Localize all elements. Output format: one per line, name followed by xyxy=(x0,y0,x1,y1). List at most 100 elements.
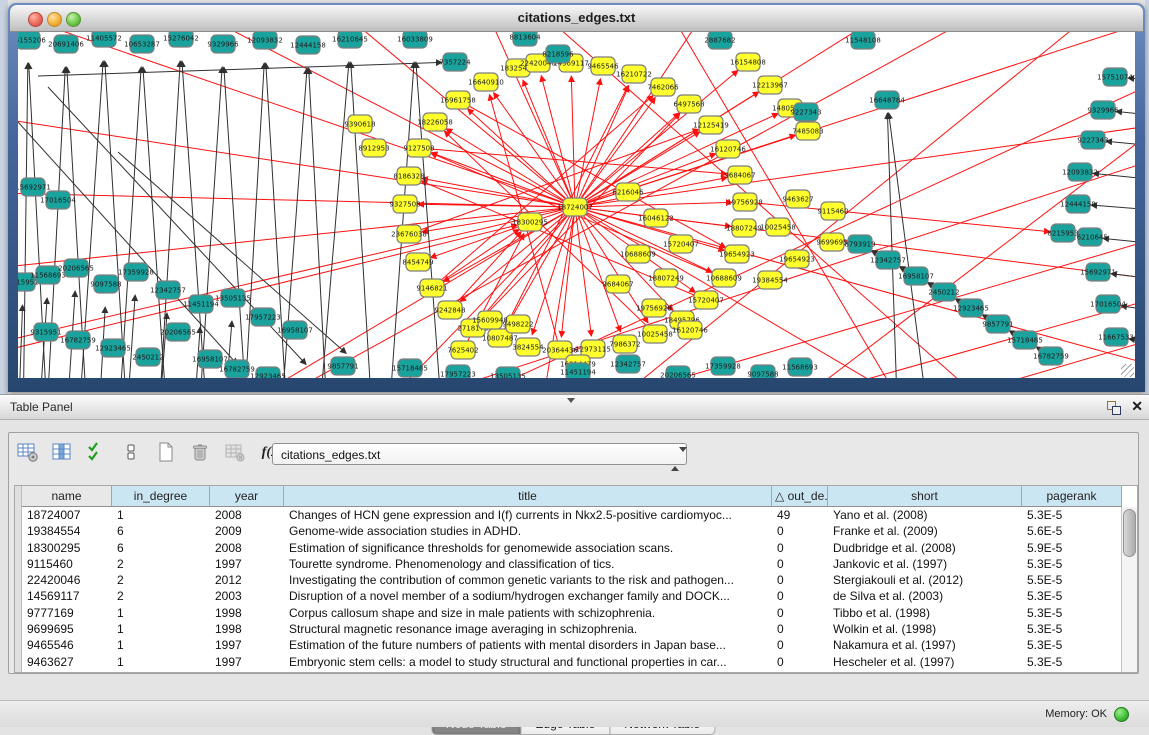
graph-node[interactable]: 11568693 xyxy=(782,358,818,376)
graph-node[interactable]: 9684067 xyxy=(724,166,755,184)
graph-node[interactable]: 16648784 xyxy=(869,91,905,109)
graph-node[interactable]: 9390618 xyxy=(344,115,375,133)
graph-node[interactable]: 9857791 xyxy=(982,315,1013,333)
graph-node[interactable]: 15692971 xyxy=(1080,263,1116,281)
table-row[interactable]: 911546021997Tourette syndrome. Phenomeno… xyxy=(22,556,1122,572)
graph-node[interactable]: 15720407 xyxy=(688,291,724,309)
graph-node[interactable]: 16033809 xyxy=(397,32,433,48)
show-columns-icon[interactable] xyxy=(51,441,75,465)
table-row[interactable]: 969969511998Structural magnetic resonanc… xyxy=(22,621,1122,637)
graph-node[interactable]: 12093832 xyxy=(1062,163,1098,181)
graph-node[interactable]: 15718485 xyxy=(392,359,428,377)
graph-node[interactable]: 18807249 xyxy=(726,219,762,237)
graph-node[interactable]: 10025458 xyxy=(637,325,673,343)
splitter-collapse-icon[interactable] xyxy=(567,398,575,403)
window-titlebar[interactable]: citations_edges.txt xyxy=(10,5,1143,32)
graph-node[interactable]: 19756928 xyxy=(727,193,763,211)
graph-node[interactable]: 15692971 xyxy=(18,178,51,196)
network-canvas[interactable]: 1832541916640910169617581822605891275088… xyxy=(18,32,1135,378)
graph-node[interactable]: 7625402 xyxy=(447,341,478,359)
graph-node[interactable]: 16640910 xyxy=(468,73,504,91)
graph-node[interactable]: 12125419 xyxy=(693,116,729,134)
graph-node[interactable]: 2887682 xyxy=(704,32,735,49)
graph-node[interactable]: 15276042 xyxy=(163,32,199,47)
graph-node[interactable]: 9115460 xyxy=(817,202,848,220)
column-header-in_degree[interactable]: in_degree xyxy=(112,486,210,507)
table-row[interactable]: 1872400712008Changes of HCN gene express… xyxy=(22,507,1122,523)
column-header-year[interactable]: year xyxy=(210,486,284,507)
graph-node[interactable]: 17957223 xyxy=(440,365,476,378)
vertical-scrollbar[interactable] xyxy=(1121,507,1137,672)
graph-node[interactable]: 2450212 xyxy=(928,283,959,301)
graph-node[interactable]: 9857791 xyxy=(327,357,358,375)
graph-node[interactable]: 9465546 xyxy=(587,57,619,75)
graph-node[interactable]: 9327508 xyxy=(389,195,420,213)
graph-node[interactable]: 7986372 xyxy=(609,335,640,353)
table-row[interactable]: 1830029562008Estimation of significance … xyxy=(22,540,1122,556)
memory-ok-indicator[interactable] xyxy=(1114,707,1129,722)
graph-node[interactable]: 7357224 xyxy=(439,53,471,71)
table-row[interactable]: 946362711997Embryonic stem cells: a mode… xyxy=(22,654,1122,670)
graph-node[interactable]: 8186328 xyxy=(393,167,424,185)
graph-node[interactable]: 9684067 xyxy=(602,275,633,293)
graph-node[interactable]: 17957223 xyxy=(245,308,281,326)
graph-node[interactable]: 17359928 xyxy=(705,357,741,375)
graph-node[interactable]: 9242848 xyxy=(434,301,465,319)
graph-node[interactable]: 16782759 xyxy=(1033,347,1069,365)
graph-node[interactable]: 11405572 xyxy=(86,32,122,47)
graph-node[interactable]: 12213967 xyxy=(752,76,788,94)
graph-node[interactable]: 15720407 xyxy=(663,235,699,253)
graph-node[interactable]: 12923465 xyxy=(250,367,286,378)
table-settings-icon[interactable] xyxy=(17,441,41,465)
graph-node[interactable]: 19654923 xyxy=(779,250,815,268)
graph-node[interactable]: 8793919 xyxy=(844,235,875,253)
graph-node[interactable]: 12342757 xyxy=(870,251,906,269)
graph-node[interactable]: 16782759 xyxy=(60,331,96,349)
graph-node[interactable]: 7485083 xyxy=(792,122,823,140)
graph-node[interactable]: 9463627 xyxy=(782,190,813,208)
close-panel-icon[interactable]: ✕ xyxy=(1131,398,1143,415)
graph-node[interactable]: 20206565 xyxy=(660,366,696,378)
graph-node[interactable]: 20691406 xyxy=(48,35,84,53)
graph-node[interactable]: 12923465 xyxy=(95,339,131,357)
scrollbar-thumb[interactable] xyxy=(1123,509,1136,557)
graph-node[interactable]: 18300295 xyxy=(512,213,548,231)
float-panel-icon[interactable] xyxy=(1107,401,1121,415)
graph-node[interactable]: 8215953 xyxy=(1047,224,1078,242)
graph-node[interactable]: 8912953 xyxy=(358,139,389,157)
table-selector-dropdown[interactable]: citations_edges.txt xyxy=(272,443,687,465)
table-row[interactable]: 946554611997Estimation of the future num… xyxy=(22,637,1122,653)
column-header-pagerank[interactable]: pagerank xyxy=(1022,486,1122,507)
graph-node[interactable]: 2450212 xyxy=(132,348,163,366)
graph-node[interactable]: 13505135 xyxy=(490,367,526,378)
graph-node[interactable]: 6497568 xyxy=(673,95,704,113)
graph-node[interactable]: 8454749 xyxy=(402,253,433,271)
graph-node[interactable]: 9127508 xyxy=(403,139,434,157)
graph-node[interactable]: 16210645 xyxy=(332,32,368,48)
resize-grip-icon[interactable] xyxy=(1121,364,1134,377)
table-row[interactable]: 977716911998Corpus callosum shape and si… xyxy=(22,605,1122,621)
graph-node[interactable]: 12923465 xyxy=(953,299,989,317)
graph-node[interactable]: 9699695 xyxy=(816,233,847,251)
graph-node[interactable]: 17016504 xyxy=(1090,295,1126,313)
graph-node[interactable]: 11667533 xyxy=(1098,328,1134,346)
delete-trash-icon[interactable] xyxy=(189,441,213,465)
graph-node[interactable]: 9329966 xyxy=(207,35,239,53)
column-header-name[interactable]: name xyxy=(22,486,112,507)
graph-node[interactable]: 12444158 xyxy=(290,36,326,54)
graph-node[interactable]: 16958107 xyxy=(898,267,934,285)
table-row[interactable]: 2242004622012Investigating the contribut… xyxy=(22,572,1122,588)
new-document-icon[interactable] xyxy=(155,441,179,465)
column-header-out_de[interactable]: △ out_de... xyxy=(772,486,828,507)
citation-graph[interactable]: 1832541916640910169617581822605891275088… xyxy=(18,32,1135,378)
graph-node[interactable]: 16210722 xyxy=(616,65,652,83)
graph-node[interactable]: 16961758 xyxy=(440,91,476,109)
graph-node[interactable]: 7462066 xyxy=(647,78,679,96)
graph-node[interactable]: 8813604 xyxy=(509,32,541,46)
column-header-short[interactable]: short xyxy=(828,486,1022,507)
column-header-title[interactable]: title xyxy=(284,486,772,507)
select-checks-icon[interactable] xyxy=(86,441,110,465)
graph-node[interactable]: 16154808 xyxy=(730,53,766,71)
table-row[interactable]: 1938455462009Genome-wide association stu… xyxy=(22,523,1122,539)
graph-node[interactable]: 12342757 xyxy=(610,355,646,373)
